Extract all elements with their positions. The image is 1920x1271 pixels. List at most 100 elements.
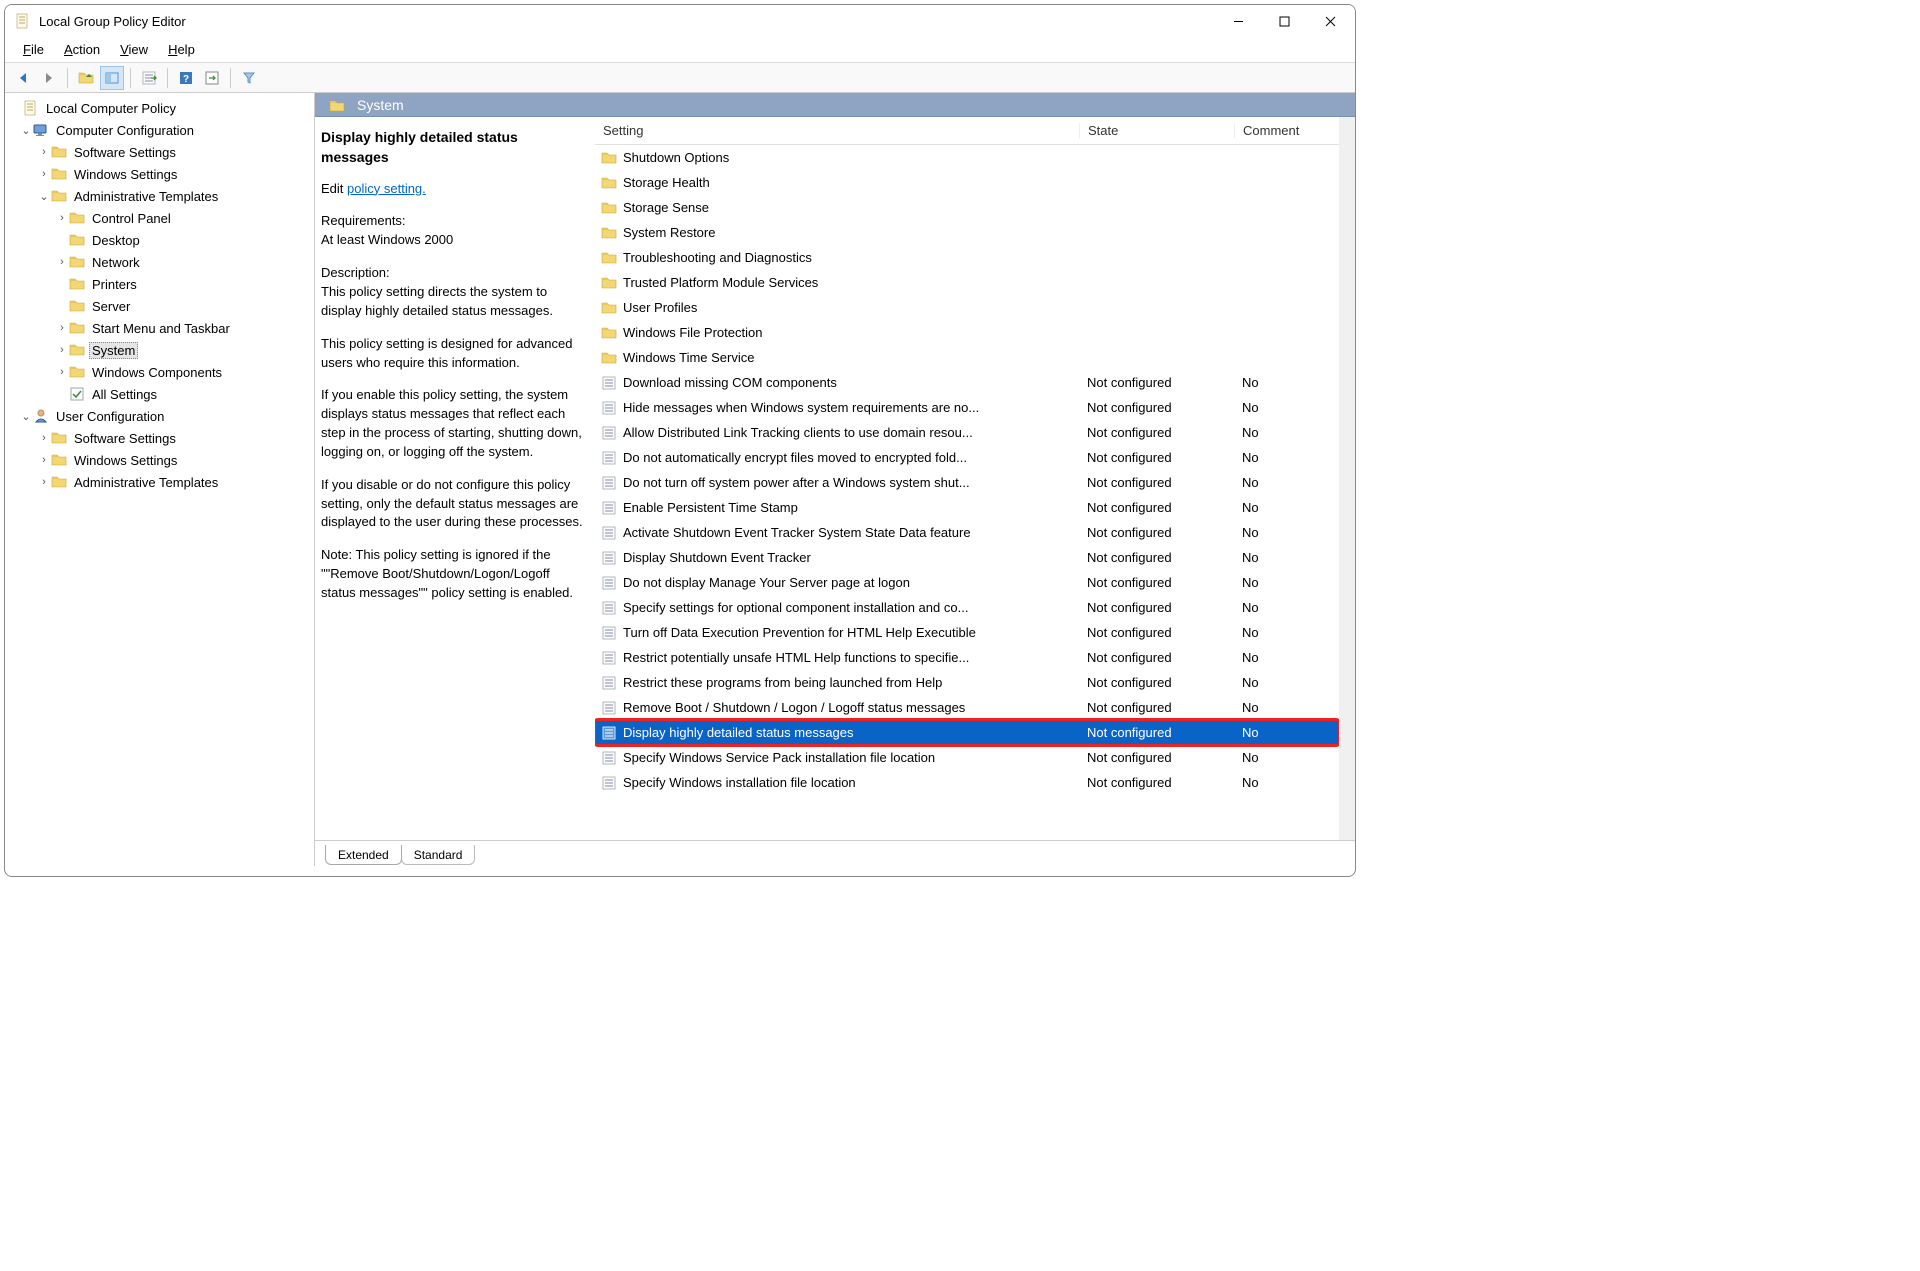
- minimize-button[interactable]: [1215, 6, 1261, 36]
- export-button[interactable]: [137, 66, 161, 90]
- up-level-button[interactable]: [74, 66, 98, 90]
- tree-item[interactable]: ›Start Menu and Taskbar: [9, 317, 314, 339]
- folder-icon: [601, 275, 617, 291]
- menu-action[interactable]: Action: [54, 39, 110, 60]
- list-item[interactable]: Windows Time Service: [595, 345, 1339, 370]
- setting-comment: No: [1234, 725, 1339, 740]
- show-tree-button[interactable]: [100, 66, 124, 90]
- column-state[interactable]: State: [1079, 123, 1234, 138]
- list-item[interactable]: Trusted Platform Module Services: [595, 270, 1339, 295]
- expand-icon[interactable]: ›: [37, 454, 51, 466]
- setting-name: Display Shutdown Event Tracker: [623, 550, 811, 565]
- tree-item[interactable]: ›Windows Settings: [9, 449, 314, 471]
- tree-item[interactable]: ›Control Panel: [9, 207, 314, 229]
- expand-icon[interactable]: ⌄: [19, 410, 33, 423]
- folder-icon: [51, 430, 67, 446]
- filter-button[interactable]: [237, 66, 261, 90]
- tree-item[interactable]: ⌄Administrative Templates: [9, 185, 314, 207]
- expand-icon[interactable]: ›: [55, 322, 69, 334]
- expand-icon[interactable]: ›: [55, 256, 69, 268]
- settings-list[interactable]: Shutdown Options Storage Health Storage Se…: [595, 145, 1339, 840]
- list-item[interactable]: Download missing COM componentsNot confi…: [595, 370, 1339, 395]
- tree-item[interactable]: Local Computer Policy: [9, 97, 314, 119]
- tree-item[interactable]: ⌄User Configuration: [9, 405, 314, 427]
- list-item[interactable]: Restrict these programs from being launc…: [595, 670, 1339, 695]
- help-button[interactable]: ?: [174, 66, 198, 90]
- list-item[interactable]: Do not automatically encrypt files moved…: [595, 445, 1339, 470]
- list-item[interactable]: Display Shutdown Event TrackerNot config…: [595, 545, 1339, 570]
- list-item[interactable]: Storage Health: [595, 170, 1339, 195]
- list-item[interactable]: Activate Shutdown Event Tracker System S…: [595, 520, 1339, 545]
- list-item[interactable]: Remove Boot / Shutdown / Logon / Logoff …: [595, 695, 1339, 720]
- tree-item[interactable]: ›Administrative Templates: [9, 471, 314, 493]
- maximize-button[interactable]: [1261, 6, 1307, 36]
- list-column-headers[interactable]: Setting State Comment: [595, 117, 1339, 145]
- expand-icon[interactable]: ⌄: [19, 124, 33, 137]
- list-item[interactable]: Storage Sense: [595, 195, 1339, 220]
- expand-icon[interactable]: ›: [55, 212, 69, 224]
- list-item[interactable]: Enable Persistent Time StampNot configur…: [595, 495, 1339, 520]
- tree-item[interactable]: ›Software Settings: [9, 427, 314, 449]
- list-item[interactable]: Troubleshooting and Diagnostics: [595, 245, 1339, 270]
- tree-item[interactable]: Printers: [9, 273, 314, 295]
- user-icon: [33, 408, 49, 424]
- setting-icon: [601, 775, 617, 791]
- list-item[interactable]: Windows File Protection: [595, 320, 1339, 345]
- setting-icon: [601, 450, 617, 466]
- folder-icon: [601, 200, 617, 216]
- list-item[interactable]: User Profiles: [595, 295, 1339, 320]
- list-item[interactable]: Allow Distributed Link Tracking clients …: [595, 420, 1339, 445]
- tree-item[interactable]: ›Windows Settings: [9, 163, 314, 185]
- navigation-tree[interactable]: Local Computer Policy⌄Computer Configura…: [5, 93, 315, 866]
- close-button[interactable]: [1307, 6, 1353, 36]
- column-setting[interactable]: Setting: [595, 123, 1079, 138]
- menu-file[interactable]: File: [13, 39, 54, 60]
- setting-name: Storage Health: [623, 175, 710, 190]
- expand-icon[interactable]: ›: [55, 344, 69, 356]
- list-item[interactable]: Specify settings for optional component …: [595, 595, 1339, 620]
- expand-icon[interactable]: ›: [37, 432, 51, 444]
- back-button[interactable]: [11, 66, 35, 90]
- edit-policy-link[interactable]: policy setting.: [347, 181, 426, 196]
- tree-item[interactable]: ⌄Computer Configuration: [9, 119, 314, 141]
- tree-item[interactable]: › Software Settings: [9, 141, 314, 163]
- expand-icon[interactable]: ›: [37, 476, 51, 488]
- settings-list-panel: Setting State Comment Shutdown Options St…: [595, 117, 1355, 840]
- tree-item[interactable]: Desktop: [9, 229, 314, 251]
- forward-button[interactable]: [37, 66, 61, 90]
- folder-icon: [51, 166, 67, 182]
- list-item[interactable]: Do not turn off system power after a Win…: [595, 470, 1339, 495]
- menu-help[interactable]: Help: [158, 39, 205, 60]
- expand-icon[interactable]: ›: [37, 168, 51, 180]
- setting-icon: [601, 500, 617, 516]
- list-item[interactable]: Restrict potentially unsafe HTML Help fu…: [595, 645, 1339, 670]
- tree-item[interactable]: ›System: [9, 339, 314, 361]
- properties-button[interactable]: [200, 66, 224, 90]
- expand-icon[interactable]: ›: [55, 366, 69, 378]
- column-comment[interactable]: Comment: [1234, 123, 1339, 138]
- folder-icon: [51, 474, 67, 490]
- tree-item[interactable]: ›Windows Components: [9, 361, 314, 383]
- tree-item-label: Software Settings: [71, 144, 179, 161]
- tree-item-label: Desktop: [89, 232, 143, 249]
- tree-item[interactable]: ›Network: [9, 251, 314, 273]
- list-item[interactable]: Do not display Manage Your Server page a…: [595, 570, 1339, 595]
- tab-extended[interactable]: Extended: [325, 845, 402, 865]
- scrollbar[interactable]: [1339, 117, 1355, 840]
- setting-state: Not configured: [1079, 600, 1234, 615]
- tab-standard[interactable]: Standard: [401, 845, 476, 865]
- expand-icon[interactable]: ⌄: [37, 190, 51, 203]
- expand-icon[interactable]: ›: [37, 146, 51, 158]
- list-item[interactable]: Specify Windows Service Pack installatio…: [595, 745, 1339, 770]
- list-item[interactable]: Specify Windows installation file locati…: [595, 770, 1339, 795]
- list-item[interactable]: System Restore: [595, 220, 1339, 245]
- tree-item[interactable]: Server: [9, 295, 314, 317]
- list-item[interactable]: Turn off Data Execution Prevention for H…: [595, 620, 1339, 645]
- toolbar: ?: [5, 63, 1355, 93]
- list-item[interactable]: Hide messages when Windows system requir…: [595, 395, 1339, 420]
- list-item[interactable]: Shutdown Options: [595, 145, 1339, 170]
- tree-item[interactable]: All Settings: [9, 383, 314, 405]
- menu-view[interactable]: View: [110, 39, 158, 60]
- setting-name: Windows Time Service: [623, 350, 754, 365]
- list-item[interactable]: Display highly detailed status messagesN…: [595, 720, 1339, 745]
